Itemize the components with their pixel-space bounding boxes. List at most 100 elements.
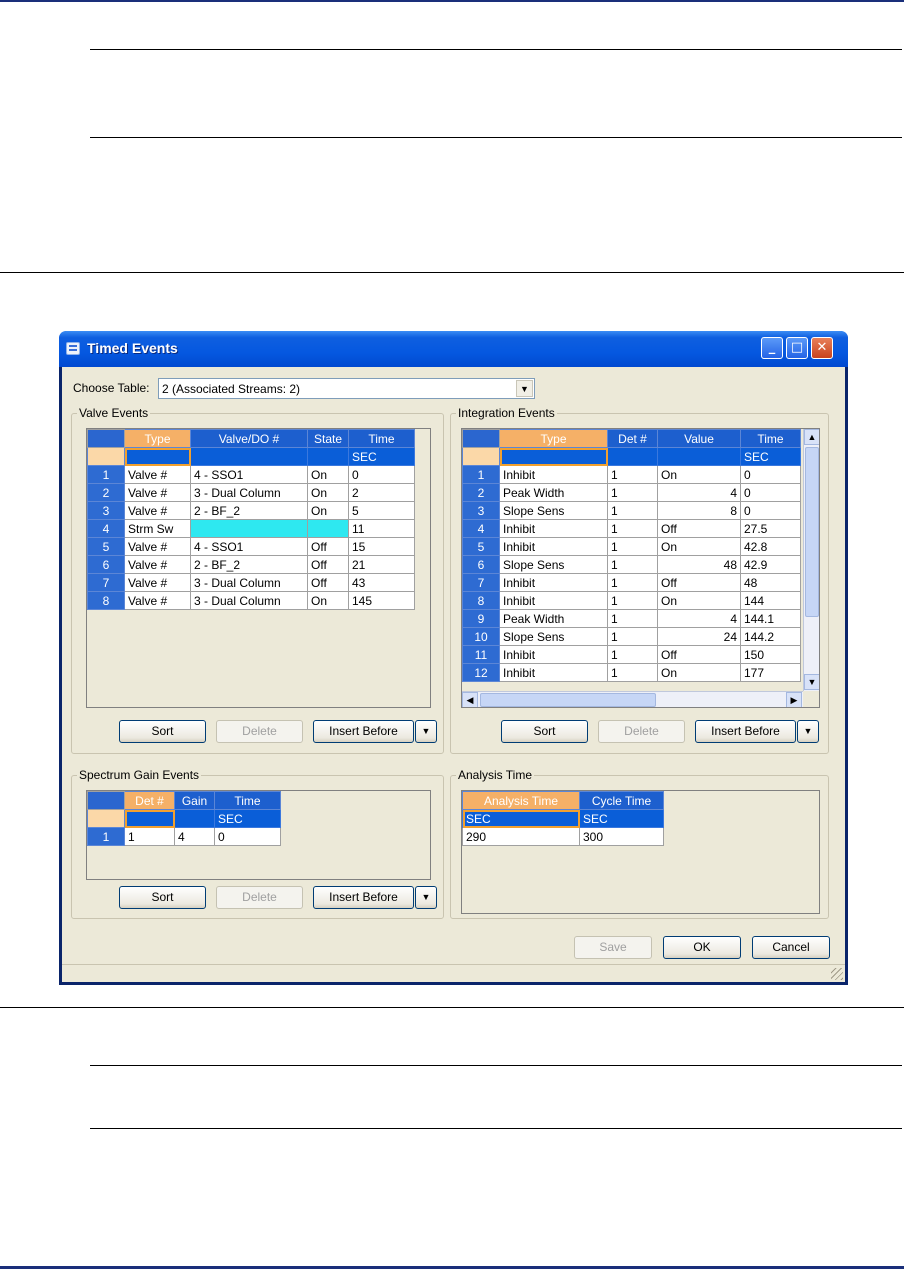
cell-valve[interactable]: 2 - BF_2 <box>190 501 308 520</box>
column-header-det[interactable]: Det # <box>124 791 175 810</box>
cell-value[interactable]: 24 <box>657 627 741 646</box>
row-number[interactable]: 6 <box>87 555 125 574</box>
cell-gain[interactable]: 4 <box>174 827 215 846</box>
cell-type[interactable]: Inhibit <box>499 663 608 682</box>
table-row[interactable]: 6 Valve #2 - BF_2 Off 21 <box>87 555 415 574</box>
cell-type[interactable]: Valve # <box>124 465 191 484</box>
choose-table-select[interactable]: 2 (Associated Streams: 2) ▼ <box>158 378 535 399</box>
horizontal-scrollbar[interactable]: ◀ ▶ <box>462 691 803 707</box>
table-row[interactable]: 6 Slope Sens 1 48 42.9 <box>462 555 801 574</box>
row-number[interactable]: 5 <box>87 537 125 556</box>
grid-corner[interactable] <box>87 429 125 448</box>
unit-cell[interactable] <box>124 809 175 828</box>
cell-state[interactable] <box>307 519 349 538</box>
table-row[interactable]: 3 Slope Sens 1 8 0 <box>462 501 801 520</box>
resize-grip-icon[interactable] <box>831 968 843 980</box>
cell-valve[interactable]: 2 - BF_2 <box>190 555 308 574</box>
cell-value[interactable]: 48 <box>657 555 741 574</box>
cell-value[interactable]: 8 <box>657 501 741 520</box>
table-row[interactable]: 9 Peak Width 1 4 144.1 <box>462 609 801 628</box>
cell-time[interactable]: 21 <box>348 555 415 574</box>
cell-state[interactable]: Off <box>307 573 349 592</box>
ok-button[interactable]: OK <box>663 936 741 959</box>
cell-time[interactable]: 42.9 <box>740 555 801 574</box>
cell-value[interactable]: On <box>657 591 741 610</box>
cell-time[interactable]: 0 <box>348 465 415 484</box>
row-number[interactable]: 2 <box>87 483 125 502</box>
cell-det[interactable]: 1 <box>124 827 175 846</box>
cell-det[interactable]: 1 <box>607 609 658 628</box>
cell-det[interactable]: 1 <box>607 465 658 484</box>
row-number[interactable]: 12 <box>462 663 500 682</box>
cell-det[interactable]: 1 <box>607 501 658 520</box>
cell-time[interactable]: 27.5 <box>740 519 801 538</box>
column-header-type[interactable]: Type <box>499 429 608 448</box>
unit-cell[interactable]: SEC <box>579 809 664 828</box>
cell-type[interactable]: Slope Sens <box>499 627 608 646</box>
row-number[interactable]: 4 <box>462 519 500 538</box>
unit-cell[interactable]: SEC <box>462 809 580 828</box>
cell-value[interactable]: On <box>657 537 741 556</box>
row-number[interactable]: 3 <box>462 501 500 520</box>
cell-value[interactable]: On <box>657 663 741 682</box>
integration-delete-button[interactable]: Delete <box>598 720 685 743</box>
analysis-time-cell[interactable]: 290 <box>462 827 580 846</box>
cell-type[interactable]: Peak Width <box>499 483 608 502</box>
column-header-analysis-time[interactable]: Analysis Time <box>462 791 580 810</box>
cell-det[interactable]: 1 <box>607 627 658 646</box>
cell-time[interactable]: 43 <box>348 573 415 592</box>
cell-time[interactable]: 0 <box>740 465 801 484</box>
analysis-time-grid[interactable]: Analysis Time Cycle Time SEC SEC 290 300 <box>461 790 820 914</box>
cancel-button[interactable]: Cancel <box>752 936 830 959</box>
row-number[interactable]: 8 <box>462 591 500 610</box>
table-row[interactable]: 4 Inhibit 1 Off 27.5 <box>462 519 801 538</box>
cell-type[interactable]: Inhibit <box>499 537 608 556</box>
table-row[interactable]: 1 Inhibit 1 On 0 <box>462 465 801 484</box>
close-button[interactable]: ✕ <box>811 337 833 359</box>
column-header-state[interactable]: State <box>307 429 349 448</box>
cell-type[interactable]: Inhibit <box>499 645 608 664</box>
cell-det[interactable]: 1 <box>607 591 658 610</box>
cell-time[interactable]: 144.1 <box>740 609 801 628</box>
cell-type[interactable]: Valve # <box>124 573 191 592</box>
column-header-time[interactable]: Time <box>348 429 415 448</box>
cell-value[interactable]: On <box>657 465 741 484</box>
cell-time[interactable]: 177 <box>740 663 801 682</box>
unit-cell[interactable] <box>174 809 215 828</box>
cell-valve[interactable]: 3 - Dual Column <box>190 591 308 610</box>
cell-valve[interactable]: 3 - Dual Column <box>190 573 308 592</box>
row-number[interactable]: 3 <box>87 501 125 520</box>
table-row[interactable]: 8 Valve #3 - Dual Column On 145 <box>87 591 415 610</box>
cell-det[interactable]: 1 <box>607 573 658 592</box>
unit-cell[interactable] <box>124 447 191 466</box>
table-row[interactable]: 4 Strm Sw 11 <box>87 519 415 538</box>
cell-det[interactable]: 1 <box>607 555 658 574</box>
gain-insert-before-button[interactable]: Insert Before <box>313 886 414 909</box>
cell-time[interactable]: 11 <box>348 519 415 538</box>
row-header[interactable] <box>87 809 125 828</box>
spectrum-gain-grid[interactable]: Det # Gain Time SEC 1140 <box>86 790 431 880</box>
table-row[interactable]: 7 Inhibit 1 Off 48 <box>462 573 801 592</box>
cell-type[interactable]: Strm Sw <box>124 519 191 538</box>
cell-time[interactable]: 48 <box>740 573 801 592</box>
row-number[interactable]: 11 <box>462 645 500 664</box>
cell-time[interactable]: 145 <box>348 591 415 610</box>
unit-cell[interactable]: SEC <box>214 809 281 828</box>
save-button[interactable]: Save <box>574 936 652 959</box>
integration-insert-dropdown-button[interactable]: ▼ <box>797 720 819 743</box>
cell-type[interactable]: Inhibit <box>499 519 608 538</box>
row-number[interactable]: 2 <box>462 483 500 502</box>
cell-valve[interactable] <box>190 519 308 538</box>
table-row[interactable]: 5 Inhibit 1 On 42.8 <box>462 537 801 556</box>
cell-time[interactable]: 0 <box>740 501 801 520</box>
cell-valve[interactable]: 4 - SSO1 <box>190 537 308 556</box>
cell-state[interactable]: On <box>307 465 349 484</box>
valve-sort-button[interactable]: Sort <box>119 720 206 743</box>
cell-det[interactable]: 1 <box>607 645 658 664</box>
row-number[interactable]: 6 <box>462 555 500 574</box>
gain-delete-button[interactable]: Delete <box>216 886 303 909</box>
row-number[interactable]: 5 <box>462 537 500 556</box>
cell-type[interactable]: Valve # <box>124 591 191 610</box>
column-header-time[interactable]: Time <box>740 429 801 448</box>
cell-det[interactable]: 1 <box>607 537 658 556</box>
